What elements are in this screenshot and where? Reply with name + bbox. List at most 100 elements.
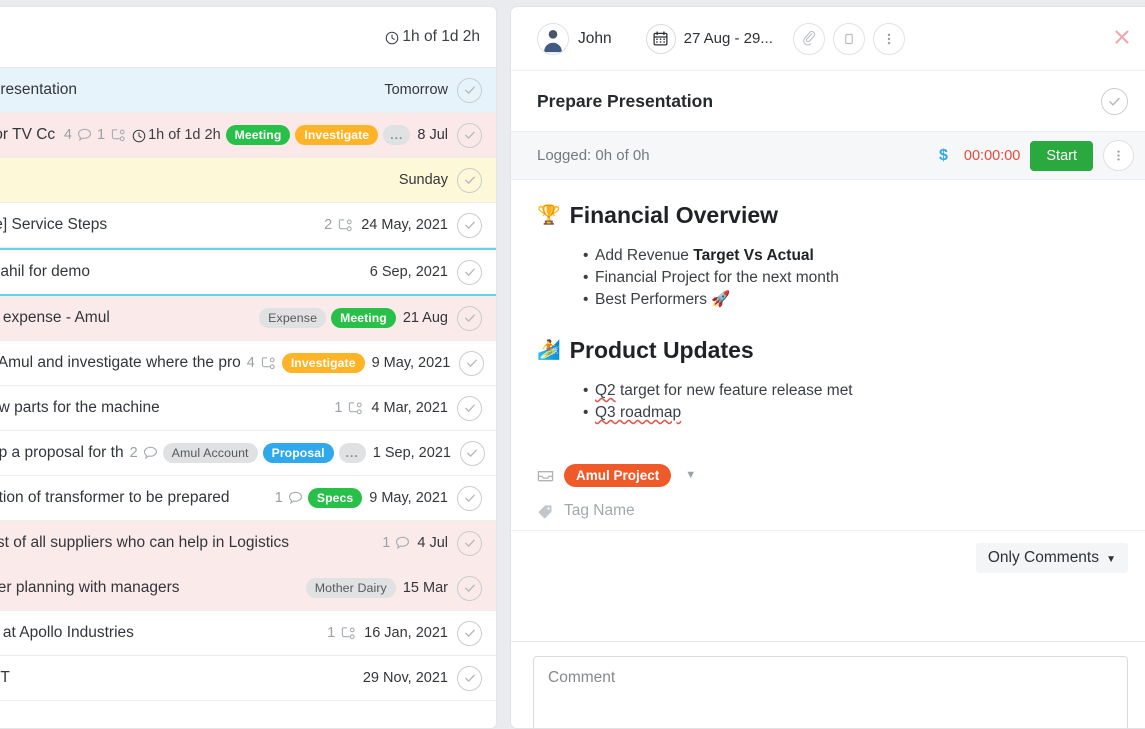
avatar[interactable] (537, 22, 569, 55)
task-meta: 1 4 Jul (382, 535, 448, 551)
task-complete-checkbox[interactable] (457, 305, 482, 331)
subtask-count: 1 (97, 127, 106, 143)
bullet-item: Financial Project for the next month (583, 267, 1124, 289)
section-heading-text: Financial Overview (569, 202, 779, 228)
subtask-count: 1 (327, 625, 336, 641)
attachment-icon[interactable] (792, 22, 825, 55)
task-row[interactable]: ew parts for the machine 1 4 Mar, 2021 (0, 386, 496, 431)
page-title[interactable]: Prepare Presentation (537, 91, 1101, 112)
section-bullet-list: Q2 target for new feature release met Q3 … (537, 380, 1124, 424)
task-complete-checkbox[interactable] (459, 440, 485, 466)
task-tag[interactable]: Expense (259, 308, 327, 328)
comment-icon (288, 491, 303, 505)
note-icon[interactable] (832, 22, 865, 55)
tag-input-row[interactable]: Tag Name (537, 492, 1124, 530)
task-tag[interactable]: Amul Account (162, 443, 258, 463)
project-tag[interactable]: Amul Project (564, 463, 672, 487)
task-list-header: 1h of 1d 2h (0, 7, 496, 68)
chevron-down-icon[interactable]: ▼ (685, 469, 696, 481)
subtask-icon (340, 626, 357, 640)
comment-count: 1 (382, 535, 391, 551)
task-date: 21 Aug (402, 310, 448, 326)
task-meta: 1 Specs 9 May, 2021 (275, 488, 448, 508)
close-icon[interactable] (1112, 27, 1132, 47)
activity-filter-bar: Only Comments ▼ (511, 530, 1145, 602)
timer-options-icon[interactable] (1103, 140, 1134, 171)
task-title: Presentation (0, 81, 78, 98)
task-complete-checkbox[interactable] (457, 77, 482, 103)
task-row[interactable]: g expense - Amul Expense Meeting 21 Aug (0, 296, 496, 341)
start-timer-button[interactable]: Start (1030, 140, 1093, 171)
task-detail-panel: John 27 Aug - 29... Prepare Presentation… (510, 6, 1145, 729)
task-row[interactable]: Sunday (0, 158, 496, 203)
task-complete-checkbox[interactable] (457, 395, 482, 421)
task-meta: 1 16 Jan, 2021 (327, 625, 448, 641)
section-emoji-icon: 🏄 (537, 340, 561, 361)
task-row[interactable]: ation of transformer to be prepared 1 Spec… (0, 476, 496, 521)
task-row[interactable]: up a proposal for th 2 Amul Account Proposa… (0, 431, 496, 476)
task-complete-checkbox[interactable] (457, 665, 482, 691)
section-heading-text: Product Updates (569, 337, 754, 363)
task-tag[interactable]: Mother Dairy (305, 578, 396, 598)
task-meta: 4 Investigate 9 May, 2021 (246, 353, 450, 373)
calendar-icon[interactable] (645, 23, 676, 54)
task-complete-checkbox[interactable] (457, 620, 482, 646)
task-date: 1 Sep, 2021 (372, 445, 451, 461)
task-tag[interactable]: Meeting (331, 308, 396, 328)
bullet-item: Q2 target for new feature release met (583, 380, 1124, 402)
task-complete-checkbox[interactable] (457, 485, 482, 511)
task-row[interactable]: ver planning with managers Mother Dairy 15… (0, 566, 496, 611)
subtask-count: 1 (334, 400, 343, 416)
billable-dollar-icon[interactable]: $ (939, 147, 948, 165)
header-time-text: 1h of 1d 2h (402, 28, 480, 45)
task-tag[interactable]: ... (383, 125, 411, 145)
task-row[interactable]: t Amul and investigate where the pro 4 Inv… (0, 341, 496, 386)
task-row[interactable]: g at Apollo Industries 1 16 Jan, 2021 (0, 611, 496, 656)
bullet-item: Best Performers 🚀 (583, 289, 1124, 311)
more-options-icon[interactable] (872, 22, 905, 55)
task-complete-checkbox[interactable] (457, 167, 482, 193)
tags-area: Amul Project ▼ Tag Name (511, 450, 1145, 530)
section-emoji-icon: 🏆 (537, 205, 561, 226)
task-complete-checkbox[interactable] (457, 259, 482, 285)
task-row[interactable]: for TV Cc 4 1 1h of 1d 2hMeetingInvestigate… (0, 113, 496, 158)
task-row[interactable]: list of all suppliers who can help in Lo… (0, 521, 496, 566)
comment-count: 1 (274, 490, 283, 506)
task-complete-checkbox[interactable] (457, 212, 482, 238)
task-meta: 2 Amul Account Proposal... 1 Sep, 2021 (130, 443, 451, 463)
task-tag[interactable]: Meeting (225, 125, 291, 145)
task-complete-checkbox[interactable] (457, 122, 482, 148)
only-comments-dropdown[interactable]: Only Comments ▼ (975, 543, 1128, 573)
task-tag[interactable]: Investigate (281, 353, 365, 373)
timer-display: 00:00:00 (963, 147, 1021, 164)
task-tag[interactable]: Specs (307, 488, 363, 508)
task-tag[interactable]: Investigate (295, 125, 379, 145)
tag-name-placeholder[interactable]: Tag Name (564, 502, 635, 520)
bullet-suffix-text: 🚀 (711, 291, 731, 308)
task-tag[interactable]: ... (338, 443, 366, 463)
description-body[interactable]: 🏆 Financial Overview Add Revenue Target Vs… (511, 180, 1145, 424)
section-bullet-list: Add Revenue Target Vs Actual Financial Pr… (537, 245, 1124, 311)
comment-icon (77, 128, 92, 142)
task-complete-checkbox[interactable] (459, 350, 485, 376)
date-range[interactable]: 27 Aug - 29... (684, 30, 773, 47)
task-title: t Amul and investigate where the pro (0, 354, 241, 371)
task-row[interactable]: Sahil for demo 6 Sep, 2021 (0, 248, 496, 296)
task-complete-checkbox[interactable] (457, 575, 482, 601)
task-date: 16 Jan, 2021 (364, 625, 448, 641)
task-row[interactable]: te] Service Steps 2 24 May, 2021 (0, 203, 496, 248)
task-tag[interactable]: Proposal (262, 443, 334, 463)
task-row[interactable]: PT 29 Nov, 2021 (0, 656, 496, 701)
comment-input[interactable] (533, 656, 1128, 728)
complete-task-checkbox[interactable] (1101, 87, 1128, 115)
task-meta: 2 24 May, 2021 (324, 217, 448, 233)
bullet-misspelled-text: Q3 roadmap (595, 404, 682, 421)
task-complete-checkbox[interactable] (457, 530, 482, 556)
bullet-text: Financial Project for the next month (595, 269, 839, 286)
logged-time: Logged: 0h of 0h (537, 147, 650, 164)
detail-header: John 27 Aug - 29... (511, 7, 1145, 71)
task-row[interactable]: Presentation Tomorrow (0, 68, 496, 113)
inbox-icon (537, 467, 554, 483)
subtask-count: 4 (246, 355, 255, 371)
task-time-text: 1h of 1d 2h (148, 127, 221, 143)
